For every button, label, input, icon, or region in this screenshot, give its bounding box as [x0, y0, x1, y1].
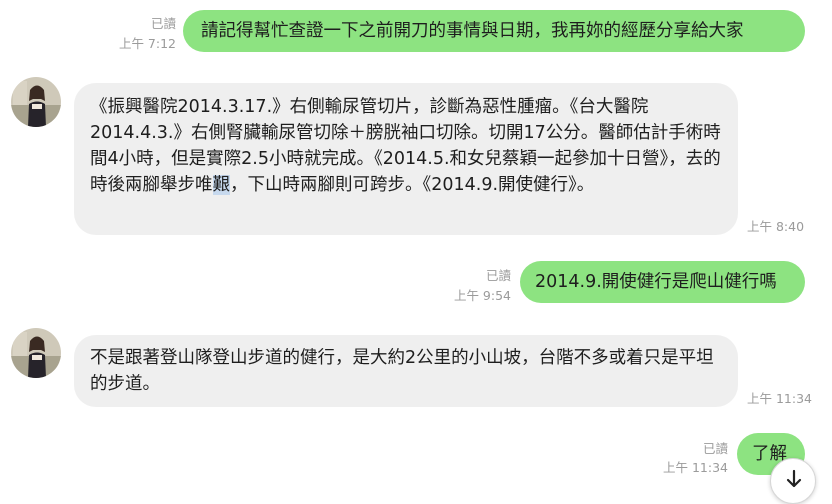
message-3-read-status: 已讀: [485, 268, 511, 283]
avatar-photo-icon: [11, 77, 61, 127]
contact-avatar[interactable]: [11, 328, 61, 378]
avatar-photo-icon: [11, 328, 61, 378]
message-4-bubble[interactable]: 不是跟著登山隊登山步道的健行，是大約2公里的小山坡，台階不多或着只是平坦的步道。: [74, 335, 738, 407]
message-2-selected-character: 艱: [212, 175, 230, 195]
message-2-text-end: ，下山時兩腳則可跨步。《2014.9.開使健行》。: [230, 175, 595, 195]
message-4-text: 不是跟著登山隊登山步道的健行，是大約2公里的小山坡，台階不多或着只是平坦的步道。: [90, 348, 714, 394]
message-1-timestamp: 上午 7:12: [118, 36, 176, 51]
message-2-bubble[interactable]: 《振興醫院2014.3.17.》右側輸尿管切片，診斷為惡性腫瘤。《台大醫院201…: [74, 83, 738, 235]
message-3-text: 2014.9.開使健行是爬山健行嗎: [535, 272, 777, 292]
message-1-bubble[interactable]: 請記得幫忙查證一下之前開刀的事情與日期，我再妳的經歷分享給大家: [183, 10, 805, 52]
message-2-timestamp: 上午 8:40: [747, 219, 805, 234]
arrow-down-icon: [786, 469, 802, 488]
contact-avatar[interactable]: [11, 77, 61, 127]
message-2-text: 《振興醫院2014.3.17.》右側輸尿管切片，診斷為惡性腫瘤。《台大醫院201…: [90, 97, 721, 195]
message-1-text: 請記得幫忙查證一下之前開刀的事情與日期，我再妳的經歷分享給大家: [201, 21, 744, 41]
message-5-read-status: 已讀: [702, 441, 728, 456]
scroll-to-bottom-button[interactable]: [770, 458, 816, 504]
message-1-read-status: 已讀: [150, 16, 176, 31]
message-5-timestamp: 上午 11:34: [663, 460, 728, 475]
message-4-timestamp: 上午 11:34: [747, 391, 812, 406]
message-3-bubble[interactable]: 2014.9.開使健行是爬山健行嗎: [520, 261, 805, 303]
message-3-timestamp: 上午 9:54: [453, 288, 511, 303]
